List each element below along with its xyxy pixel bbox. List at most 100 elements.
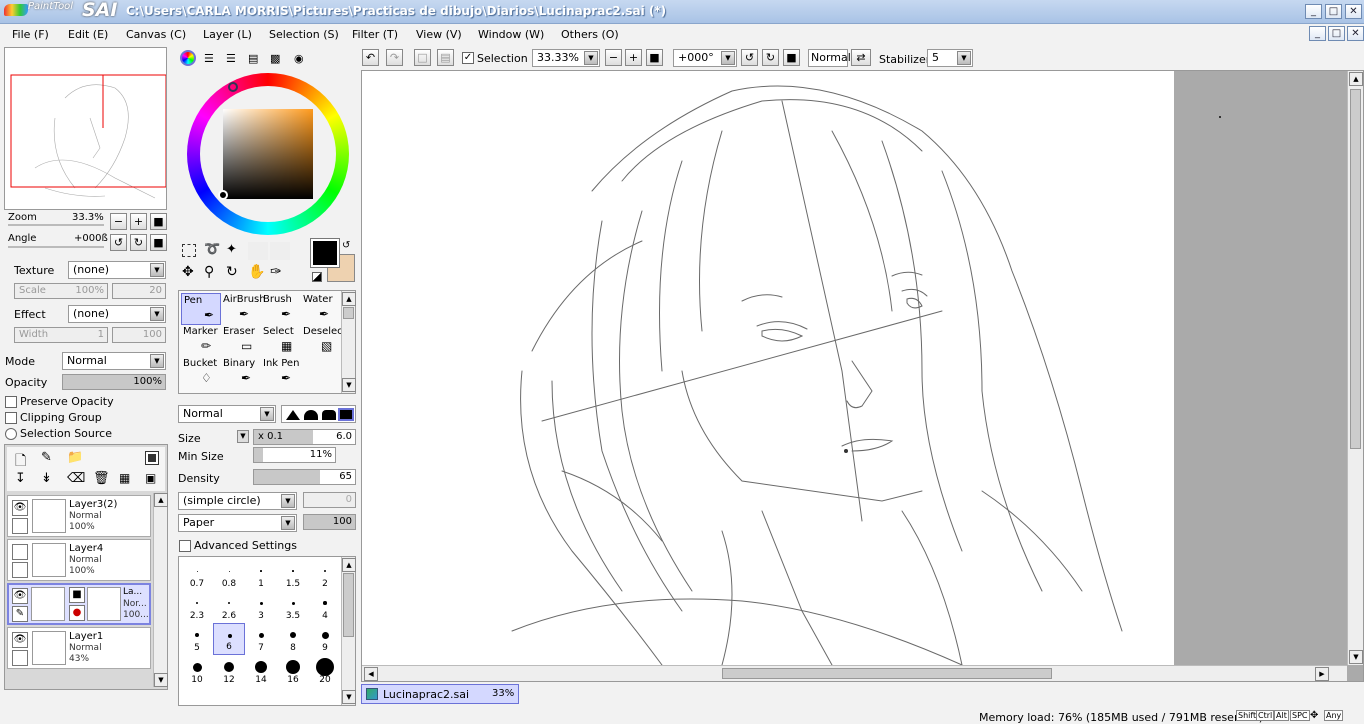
reset-colors-icon[interactable]: [312, 272, 322, 282]
brush-size-cell[interactable]: 8: [277, 623, 309, 655]
canvas-viewport[interactable]: ▲ ▼ ◀ ▶: [361, 70, 1364, 682]
flatten-icon[interactable]: ▣: [145, 471, 156, 485]
eye-icon[interactable]: 👁: [12, 500, 28, 516]
scroll-thumb[interactable]: [343, 307, 354, 319]
layer-item[interactable]: Layer4 Normal 100%: [7, 539, 151, 581]
document-tab[interactable]: Lucinaprac2.sai 33%: [361, 684, 519, 704]
zoom-out-button[interactable]: −: [110, 213, 127, 230]
scale-slider[interactable]: Scale 100%: [14, 283, 108, 299]
sharp-tip-icon[interactable]: [286, 410, 300, 420]
eyedropper-icon[interactable]: ✑: [270, 264, 282, 280]
zoom-slider[interactable]: [8, 224, 104, 226]
tool-marker[interactable]: Marker ✏: [181, 325, 221, 357]
menu-selection[interactable]: Selection (S): [269, 28, 339, 41]
brush-size-cell[interactable]: 2: [309, 559, 341, 591]
brush-size-cell[interactable]: 0.7: [181, 559, 213, 591]
selection-source-radio[interactable]: [5, 428, 17, 440]
brush-texture-select[interactable]: Paper ▼: [178, 514, 297, 532]
scale-number[interactable]: 20: [112, 283, 166, 299]
min-size-slider[interactable]: 11%: [253, 447, 336, 463]
merge-down-icon[interactable]: ↡: [41, 471, 52, 486]
palette-tab-icon[interactable]: ▩: [270, 52, 280, 65]
rotate-tool-icon[interactable]: ↻: [226, 264, 238, 280]
doc-close-icon[interactable]: ✕: [1347, 26, 1364, 41]
scroll-up-icon[interactable]: ▲: [342, 558, 356, 572]
doc-restore-icon[interactable]: □: [1328, 26, 1345, 41]
square-tip-icon[interactable]: [338, 408, 354, 421]
round-tip-icon[interactable]: [304, 410, 318, 420]
brush-texture-strength[interactable]: 100: [303, 514, 356, 530]
menu-view[interactable]: View (V): [416, 28, 462, 41]
brush-size-cell[interactable]: 6: [213, 623, 245, 655]
scroll-up-icon[interactable]: ▲: [342, 292, 356, 306]
advanced-settings-checkbox[interactable]: [179, 540, 191, 552]
layer-mode-select[interactable]: Normal ▼: [62, 352, 166, 370]
move-icon[interactable]: ✥: [182, 264, 194, 280]
rotate-reset-button[interactable]: ■: [150, 234, 167, 251]
effect-select[interactable]: (none) ▼: [68, 305, 166, 323]
size-scrollbar[interactable]: ▲ ▼: [341, 557, 356, 705]
zoom-select[interactable]: 33.33% ▼: [532, 49, 600, 67]
doc-minimize-icon[interactable]: _: [1309, 26, 1326, 41]
trash-icon[interactable]: 🗑: [93, 471, 110, 486]
hand-icon[interactable]: ✋: [248, 264, 265, 280]
brush-size-cell[interactable]: 1: [245, 559, 277, 591]
canvas-vertical-scrollbar[interactable]: ▲ ▼: [1347, 71, 1363, 665]
pen-icon[interactable]: ✎: [12, 606, 28, 622]
flip-horizontal-icon[interactable]: ⇄: [851, 49, 871, 66]
tool-select[interactable]: Select ▦: [261, 325, 301, 357]
brush-shape-select[interactable]: (simple circle) ▼: [178, 492, 297, 510]
size-mult-dropdown[interactable]: ▼: [237, 430, 249, 443]
eye-icon[interactable]: 👁: [12, 588, 28, 604]
brush-size-cell[interactable]: 16: [277, 655, 309, 687]
drawing-canvas[interactable]: [362, 71, 1174, 665]
rgb-sliders-tab-icon[interactable]: ☰: [204, 52, 214, 65]
scroll-thumb[interactable]: [722, 668, 1052, 679]
color-wheel-tab-icon[interactable]: [180, 50, 196, 66]
scroll-left-icon[interactable]: ◀: [364, 667, 378, 681]
swatches-tab-icon[interactable]: ▤: [248, 52, 258, 65]
tool-ink-pen[interactable]: Ink Pen ✒: [261, 357, 301, 389]
menu-canvas[interactable]: Canvas (C): [126, 28, 186, 41]
mask-indicator-icon[interactable]: ■: [69, 587, 85, 603]
sv-cursor[interactable]: [218, 190, 228, 200]
hidden-eye-icon[interactable]: [12, 544, 28, 560]
hsv-sliders-tab-icon[interactable]: ☰: [226, 52, 236, 65]
menu-others[interactable]: Others (O): [561, 28, 619, 41]
brush-size-cell[interactable]: 2.6: [213, 591, 245, 623]
brush-size-cell[interactable]: 7: [245, 623, 277, 655]
preserve-opacity-checkbox[interactable]: [5, 396, 17, 408]
scroll-up-icon[interactable]: ▲: [154, 493, 168, 507]
tool-airbrush[interactable]: AirBrush ✒: [221, 293, 266, 325]
mask-icon[interactable]: [145, 451, 159, 465]
toolbar-rotate-left-button[interactable]: ↺: [741, 49, 758, 66]
scroll-down-icon[interactable]: ▼: [342, 690, 356, 704]
menu-file[interactable]: File (F): [12, 28, 49, 41]
brush-size-cell[interactable]: 2.3: [181, 591, 213, 623]
lasso-icon[interactable]: ➰: [204, 242, 220, 257]
tool-deselect[interactable]: Deselect ▧: [301, 325, 347, 357]
scratchpad-tab-icon[interactable]: ◉: [294, 52, 304, 65]
minimize-icon[interactable]: _: [1305, 4, 1322, 19]
merge-visible-icon[interactable]: ▦: [119, 471, 130, 485]
tool-scrollbar[interactable]: ▲ ▼: [341, 291, 356, 393]
layer-item[interactable]: 👁 Layer3(2) Normal 100%: [7, 495, 151, 537]
selection-checkbox[interactable]: ✓: [462, 52, 474, 64]
menu-window[interactable]: Window (W): [478, 28, 544, 41]
angle-slider[interactable]: [8, 246, 104, 248]
brush-size-cell[interactable]: 3.5: [277, 591, 309, 623]
magic-wand-icon[interactable]: ✦: [226, 242, 237, 257]
hue-cursor[interactable]: [228, 82, 238, 92]
swap-colors-icon[interactable]: ↺: [342, 240, 350, 251]
brush-size-cell[interactable]: 9: [309, 623, 341, 655]
brush-blend-select[interactable]: Normal ▼: [178, 405, 276, 423]
mask-active-icon[interactable]: ●: [69, 605, 85, 621]
close-icon[interactable]: ✕: [1345, 4, 1362, 19]
tool-water[interactable]: Water ✒: [301, 293, 341, 325]
toolbar-zoom-reset-button[interactable]: ■: [646, 49, 663, 66]
maximize-icon[interactable]: □: [1325, 4, 1342, 19]
view-blend-select[interactable]: Normal: [808, 49, 851, 67]
tool-pen[interactable]: Pen ✒: [181, 293, 221, 325]
eye-icon[interactable]: 👁: [12, 632, 28, 648]
zoom-tool-icon[interactable]: ⚲: [204, 264, 214, 280]
